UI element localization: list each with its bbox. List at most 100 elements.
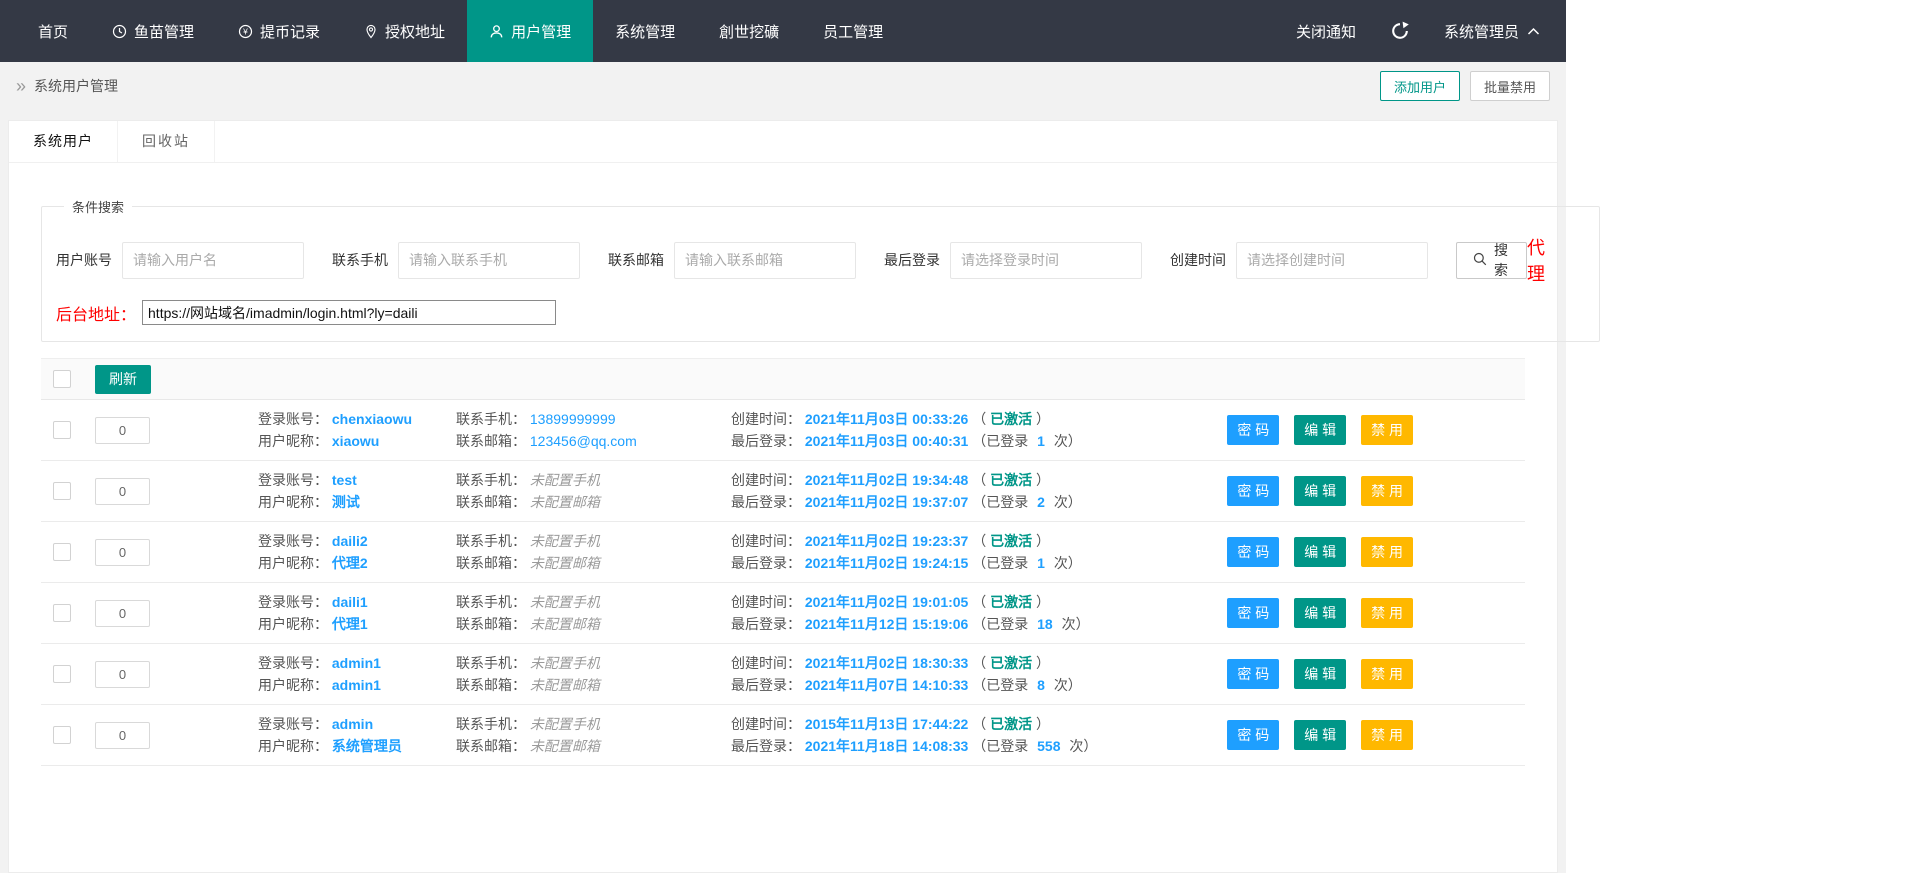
row-login-count: 1: [1037, 432, 1045, 449]
svg-text:¥: ¥: [242, 26, 248, 36]
row-checkbox[interactable]: [53, 482, 71, 500]
password-button[interactable]: 密 码: [1227, 720, 1280, 750]
nav-item-user-management[interactable]: 用户管理: [467, 0, 594, 62]
location-pin-icon: [364, 24, 378, 39]
row-account-value: daili2: [331, 532, 368, 549]
chevron-up-icon: [1527, 23, 1540, 40]
edit-button[interactable]: 编 辑: [1294, 598, 1347, 628]
refresh-icon[interactable]: [1390, 21, 1410, 41]
tab-system-users[interactable]: 系统用户: [9, 121, 118, 162]
nav-item-withdraw-records[interactable]: ¥ 提币记录: [216, 0, 342, 62]
row-sort-input[interactable]: [95, 599, 150, 627]
last-login-cell-label: 最后登录：: [731, 676, 801, 693]
tab-recycle-bin[interactable]: 回收站: [118, 121, 215, 162]
account-cell-label: 登录账号：: [258, 471, 328, 488]
disable-button[interactable]: 禁 用: [1361, 598, 1413, 628]
paren-open: （: [972, 532, 987, 549]
account-input[interactable]: [122, 241, 304, 279]
batch-disable-button[interactable]: 批量禁用: [1469, 71, 1550, 101]
phone-cell-label: 联系手机：: [456, 654, 526, 671]
nav-item-system-management[interactable]: 系统管理: [593, 0, 697, 62]
search-button[interactable]: 搜 索: [1456, 241, 1527, 279]
disable-button[interactable]: 禁 用: [1361, 415, 1413, 445]
last-login-cell-label: 最后登录：: [731, 554, 801, 571]
login-count-suffix: 次）: [1053, 554, 1082, 571]
backend-address-row: 后台地址：: [56, 300, 1585, 325]
row-phone-value: 未配置手机: [529, 654, 600, 671]
row-account-value: admin1: [331, 654, 381, 671]
row-nickname-value: xiaowu: [331, 432, 380, 449]
email-cell-label: 联系邮箱：: [456, 676, 526, 693]
login-count-prefix: （已登录: [972, 676, 1029, 693]
refresh-button[interactable]: 刷新: [95, 364, 151, 394]
last-login-cell-label: 最后登录：: [731, 432, 801, 449]
paren-open: （: [972, 654, 987, 671]
row-checkbox[interactable]: [53, 726, 71, 744]
login-count-suffix: 次）: [1061, 615, 1090, 632]
edit-button[interactable]: 编 辑: [1294, 415, 1347, 445]
row-lastlogin-value: 2021年11月18日 14:08:33: [804, 737, 969, 754]
row-checkbox[interactable]: [53, 665, 71, 683]
row-sort-input[interactable]: [95, 538, 150, 566]
field-phone: 联系手机: [332, 241, 580, 279]
paren-close: ）: [1036, 410, 1051, 427]
app-root: 首页 鱼苗管理 ¥ 提币记录 授权地址 用户管理 系统管理 創世挖礦 员工管理 …: [0, 0, 1600, 873]
edit-button[interactable]: 编 辑: [1294, 537, 1347, 567]
row-email-value: 未配置邮箱: [529, 676, 600, 693]
disable-button[interactable]: 禁 用: [1361, 659, 1413, 689]
contact-cell: 联系手机： 13899999999 联系邮箱： 123456@qq.com: [456, 409, 731, 452]
email-cell-label: 联系邮箱：: [456, 554, 526, 571]
row-login-count: 1: [1037, 554, 1045, 571]
created-time-input[interactable]: [1236, 241, 1428, 279]
row-created-value: 2021年11月02日 18:30:33: [804, 654, 969, 671]
phone-input[interactable]: [398, 241, 580, 279]
paren-open: （: [972, 715, 987, 732]
nav-item-genesis-mining[interactable]: 創世挖礦: [697, 0, 801, 62]
row-sort-input[interactable]: [95, 660, 150, 688]
add-user-button[interactable]: 添加用户: [1379, 71, 1460, 101]
activated-badge: 已激活: [990, 715, 1033, 732]
password-button[interactable]: 密 码: [1227, 598, 1280, 628]
row-phone-value: 未配置手机: [529, 532, 600, 549]
disable-button[interactable]: 禁 用: [1361, 476, 1413, 506]
disable-button[interactable]: 禁 用: [1361, 720, 1413, 750]
last-login-input[interactable]: [950, 241, 1142, 279]
admin-menu[interactable]: 系统管理员: [1444, 21, 1540, 42]
row-checkbox[interactable]: [53, 543, 71, 561]
password-button[interactable]: 密 码: [1227, 537, 1280, 567]
password-button[interactable]: 密 码: [1227, 476, 1280, 506]
row-actions: 密 码 编 辑 禁 用: [1227, 720, 1413, 750]
table-row: 登录账号： admin1 用户昵称： admin1 联系手机： 未配置手机 联系…: [41, 644, 1525, 705]
row-checkbox[interactable]: [53, 604, 71, 622]
nav-item-authorized-address[interactable]: 授权地址: [342, 0, 467, 62]
nav-item-home[interactable]: 首页: [16, 0, 90, 62]
row-account-value: admin: [331, 715, 374, 732]
disable-button[interactable]: 禁 用: [1361, 537, 1413, 567]
edit-button[interactable]: 编 辑: [1294, 476, 1347, 506]
select-all-checkbox[interactable]: [53, 370, 71, 388]
row-sort-input[interactable]: [95, 721, 150, 749]
close-notice-link[interactable]: 关闭通知: [1296, 21, 1356, 42]
row-phone-value: 未配置手机: [529, 471, 600, 488]
login-count-suffix: 次）: [1053, 432, 1082, 449]
row-email-value: 未配置邮箱: [529, 615, 600, 632]
nav-item-fry-management[interactable]: 鱼苗管理: [90, 0, 216, 62]
time-cell: 创建时间： 2015年11月13日 17:44:22 （ 已激活 ） 最后登录：…: [731, 714, 1201, 757]
password-button[interactable]: 密 码: [1227, 659, 1280, 689]
clock-icon: [112, 24, 127, 39]
activated-badge: 已激活: [990, 593, 1033, 610]
account-cell: 登录账号： admin 用户昵称： 系统管理员: [258, 714, 456, 757]
edit-button[interactable]: 编 辑: [1294, 659, 1347, 689]
row-sort-input[interactable]: [95, 416, 150, 444]
row-checkbox[interactable]: [53, 421, 71, 439]
edit-button[interactable]: 编 辑: [1294, 720, 1347, 750]
nav-item-staff-management[interactable]: 员工管理: [801, 0, 905, 62]
row-lastlogin-value: 2021年11月12日 15:19:06: [804, 615, 969, 632]
paren-close: ）: [1036, 654, 1051, 671]
email-input[interactable]: [674, 241, 856, 279]
contact-cell: 联系手机： 未配置手机 联系邮箱： 未配置邮箱: [456, 592, 731, 635]
row-sort-input[interactable]: [95, 477, 150, 505]
row-lastlogin-value: 2021年11月02日 19:37:07: [804, 493, 969, 510]
backend-url-input[interactable]: [142, 300, 557, 325]
password-button[interactable]: 密 码: [1227, 415, 1280, 445]
